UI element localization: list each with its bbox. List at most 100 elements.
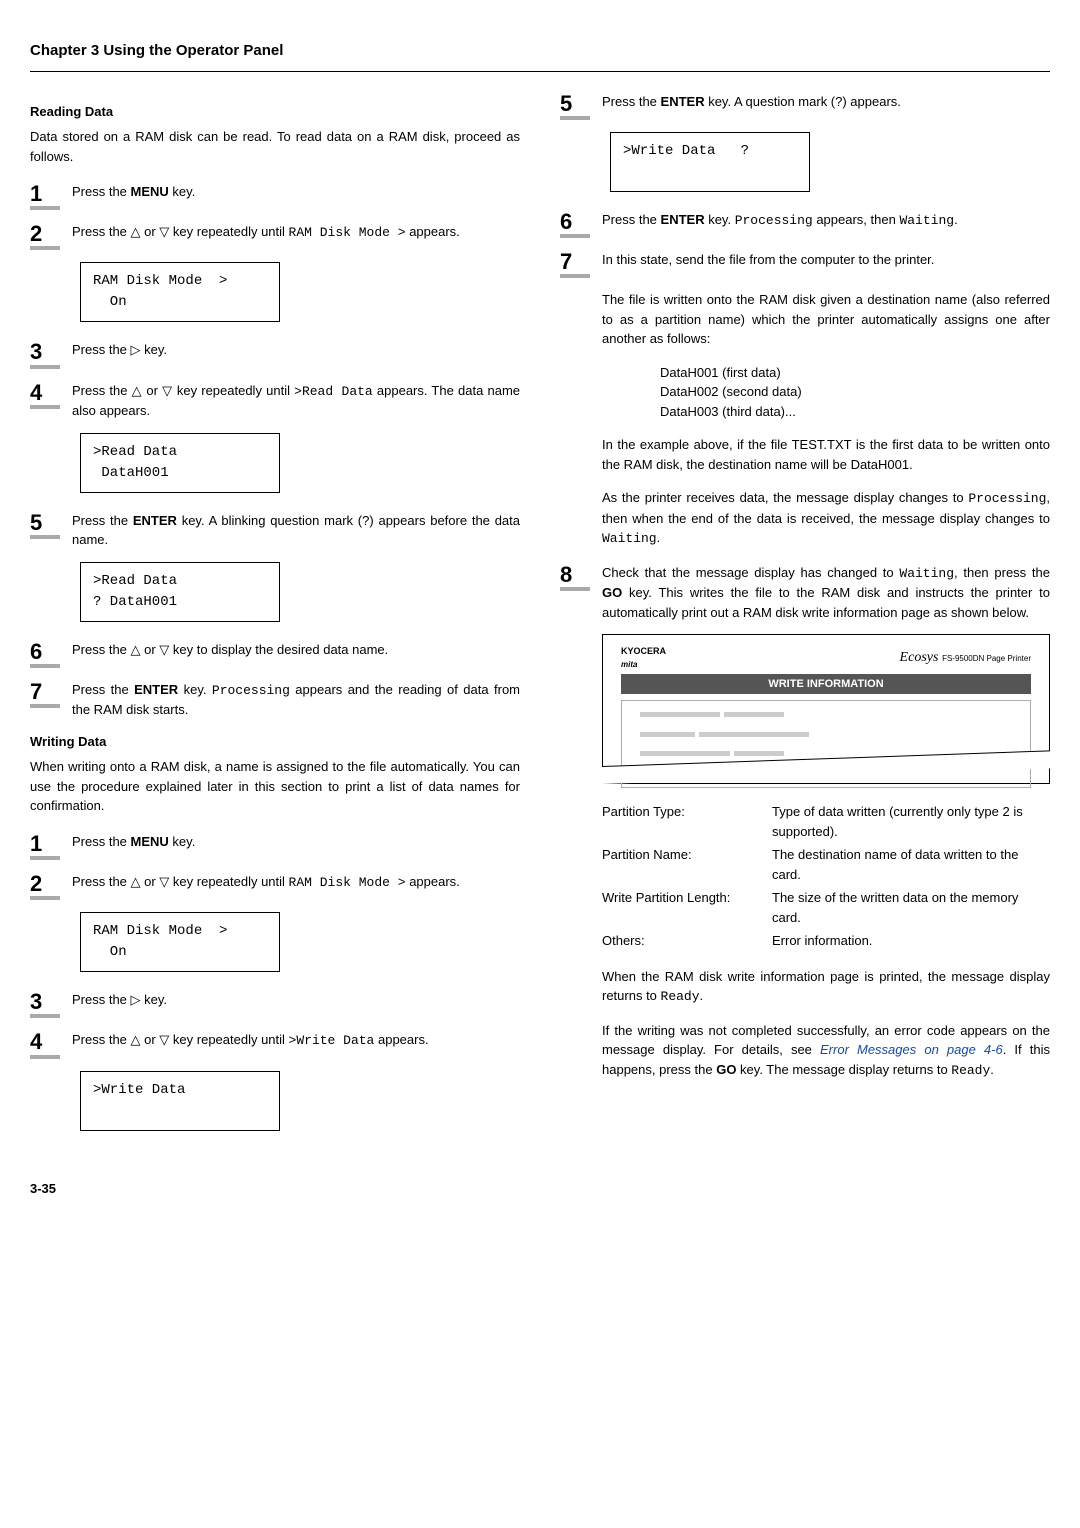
step-number: 2 bbox=[30, 222, 60, 250]
step-body: Press the △ or ▽ key to display the desi… bbox=[72, 640, 520, 660]
data-item: DataH003 (third data)... bbox=[660, 402, 1050, 422]
display-text: Processing bbox=[735, 213, 813, 228]
step-body: Press the ENTER key. Processing appears,… bbox=[602, 210, 1050, 231]
text: Press the bbox=[72, 834, 131, 849]
def-key: Partition Type: bbox=[602, 800, 772, 843]
text: appears. bbox=[406, 224, 460, 239]
step-number: 2 bbox=[30, 872, 60, 900]
go-key: GO bbox=[602, 585, 622, 600]
step-body: Press the ▷ key. bbox=[72, 990, 520, 1010]
step-number: 4 bbox=[30, 1030, 60, 1058]
table-row: Others: Error information. bbox=[602, 929, 1050, 953]
display-read-data-question: >Read Data ? DataH001 bbox=[80, 562, 280, 622]
paragraph-file-written: The file is written onto the RAM disk gi… bbox=[602, 290, 1050, 349]
text: Check that the message display has chang… bbox=[602, 565, 899, 580]
writing-step-6: 6 Press the ENTER key. Processing appear… bbox=[560, 210, 1050, 238]
text: As the printer receives data, the messag… bbox=[602, 490, 968, 505]
step-body: Press the △ or ▽ key repeatedly until >W… bbox=[72, 1030, 520, 1051]
kyocera-logo: KYOCERA bbox=[621, 645, 666, 659]
text: key. The message display returns to bbox=[736, 1062, 951, 1077]
display-text: RAM Disk Mode > bbox=[289, 225, 406, 240]
writing-step-1: 1 Press the MENU key. bbox=[30, 832, 520, 860]
writing-step-8: 8 Check that the message display has cha… bbox=[560, 563, 1050, 623]
display-ram-disk-mode-2: RAM Disk Mode > On bbox=[80, 912, 280, 972]
display-text: Waiting bbox=[899, 566, 954, 581]
text: Press the △ or ▽ key repeatedly until bbox=[72, 1032, 289, 1047]
text: Press the △ or ▽ key repeatedly until bbox=[72, 224, 289, 239]
reading-step-6: 6 Press the △ or ▽ key to display the de… bbox=[30, 640, 520, 668]
enter-key: ENTER bbox=[133, 513, 177, 528]
step-body: Press the ENTER key. A blinking question… bbox=[72, 511, 520, 550]
text: Press the bbox=[72, 184, 131, 199]
step-number: 6 bbox=[30, 640, 60, 668]
def-value: Type of data written (currently only typ… bbox=[772, 800, 1050, 843]
step-number: 5 bbox=[560, 92, 590, 120]
display-text: Processing bbox=[212, 683, 290, 698]
step-body: Press the ENTER key. Processing appears … bbox=[72, 680, 520, 720]
step-body: Press the △ or ▽ key repeatedly until RA… bbox=[72, 872, 520, 893]
section-title-reading: Reading Data bbox=[30, 102, 520, 122]
paragraph-printed: When the RAM disk write information page… bbox=[602, 967, 1050, 1007]
step-number: 6 bbox=[560, 210, 590, 238]
def-key: Others: bbox=[602, 929, 772, 953]
display-text: Ready bbox=[661, 989, 700, 1004]
write-information-title: WRITE INFORMATION bbox=[621, 674, 1031, 695]
table-row: Write Partition Length: The size of the … bbox=[602, 886, 1050, 929]
text: key. bbox=[169, 184, 196, 199]
display-read-data: >Read Data DataH001 bbox=[80, 433, 280, 493]
data-item: DataH002 (second data) bbox=[660, 382, 1050, 402]
step-number: 5 bbox=[30, 511, 60, 539]
table-row: Partition Type: Type of data written (cu… bbox=[602, 800, 1050, 843]
step-number: 7 bbox=[30, 680, 60, 708]
table-row: Partition Name: The destination name of … bbox=[602, 843, 1050, 886]
reading-intro: Data stored on a RAM disk can be read. T… bbox=[30, 127, 520, 166]
text: key. bbox=[705, 212, 735, 227]
left-column: Reading Data Data stored on a RAM disk c… bbox=[30, 92, 520, 1149]
paragraph-example: In the example above, if the file TEST.T… bbox=[602, 435, 1050, 474]
chapter-header: Chapter 3 Using the Operator Panel bbox=[30, 40, 1050, 72]
def-value: The destination name of data written to … bbox=[772, 843, 1050, 886]
writing-step-2: 2 Press the △ or ▽ key repeatedly until … bbox=[30, 872, 520, 900]
def-key: Write Partition Length: bbox=[602, 886, 772, 929]
display-text: Waiting bbox=[602, 531, 657, 546]
writing-step-4: 4 Press the △ or ▽ key repeatedly until … bbox=[30, 1030, 520, 1058]
reading-step-4: 4 Press the △ or ▽ key repeatedly until … bbox=[30, 381, 520, 421]
right-column: 5 Press the ENTER key. A question mark (… bbox=[560, 92, 1050, 1149]
section-title-writing: Writing Data bbox=[30, 732, 520, 752]
text: key. bbox=[169, 834, 196, 849]
text: Press the △ or ▽ key repeatedly until bbox=[72, 383, 294, 398]
text: . bbox=[657, 530, 661, 545]
reading-step-3: 3 Press the ▷ key. bbox=[30, 340, 520, 368]
error-messages-link[interactable]: Error Messages on page 4-6 bbox=[820, 1042, 1003, 1057]
text: , then press the bbox=[954, 565, 1050, 580]
text: key. A question mark (?) appears. bbox=[705, 94, 901, 109]
step-body: Press the MENU key. bbox=[72, 182, 520, 202]
write-information-page: KYOCERA mita Ecosys FS-9500DN Page Print… bbox=[602, 634, 1050, 784]
enter-key: ENTER bbox=[661, 94, 705, 109]
step-number: 7 bbox=[560, 250, 590, 278]
enter-key: ENTER bbox=[134, 682, 178, 697]
step-body: Press the ▷ key. bbox=[72, 340, 520, 360]
display-text: >Write Data bbox=[289, 1033, 375, 1048]
page-number: 3-35 bbox=[30, 1179, 1050, 1199]
data-item: DataH001 (first data) bbox=[660, 363, 1050, 383]
display-text: RAM Disk Mode > bbox=[289, 875, 406, 890]
text: key. bbox=[178, 682, 212, 697]
text: . bbox=[990, 1062, 994, 1077]
display-write-data: >Write Data bbox=[80, 1071, 280, 1131]
display-text: >Read Data bbox=[294, 384, 373, 399]
writing-step-7: 7 In this state, send the file from the … bbox=[560, 250, 1050, 278]
step-body: Check that the message display has chang… bbox=[602, 563, 1050, 623]
step-body: Press the △ or ▽ key repeatedly until RA… bbox=[72, 222, 520, 243]
display-text: Processing bbox=[968, 491, 1046, 506]
text: . bbox=[954, 212, 958, 227]
text: appears. bbox=[374, 1032, 428, 1047]
step-number: 1 bbox=[30, 182, 60, 210]
mita-sublogo: mita bbox=[621, 659, 666, 671]
text: . bbox=[700, 988, 704, 1003]
ecosys-logo: Ecosys bbox=[900, 650, 939, 665]
text: Press the bbox=[602, 212, 661, 227]
paragraph-error: If the writing was not completed success… bbox=[602, 1021, 1050, 1081]
step-number: 3 bbox=[30, 990, 60, 1018]
def-key: Partition Name: bbox=[602, 843, 772, 886]
